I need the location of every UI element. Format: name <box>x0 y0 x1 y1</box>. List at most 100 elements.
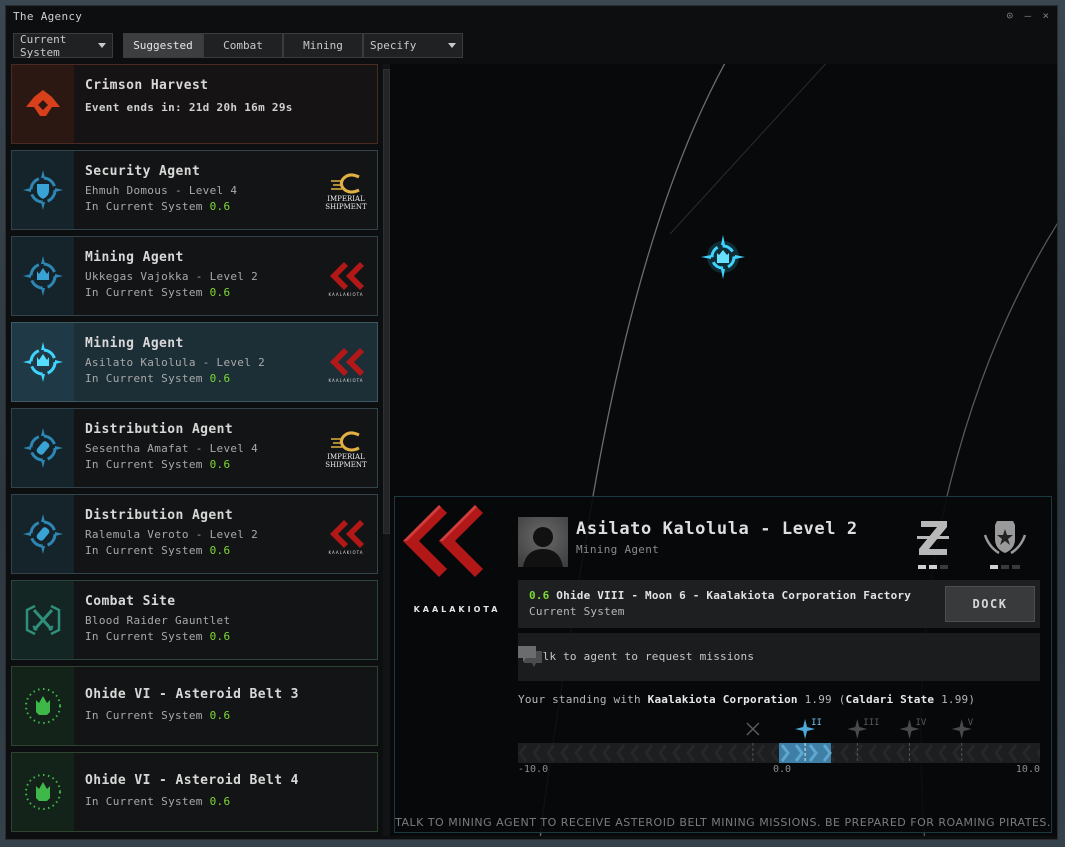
list-item-agent[interactable]: Mining Agent Ukkegas Vajokka - Level 2 I… <box>11 236 378 316</box>
location-text: In Current System <box>85 200 203 213</box>
agent-name-level: Sesentha Amafat - Level 4 <box>85 442 259 455</box>
site-name: Blood Raider Gauntlet <box>85 614 231 627</box>
location-text: In Current System <box>85 630 203 643</box>
standing-bar: II III IV V -10.0 0.0 10.0 <box>518 717 1040 777</box>
distribution-agent-icon <box>23 428 63 468</box>
selected-agent-map-marker[interactable] <box>701 235 745 279</box>
kaalakiota-logo: KAALAKIOTA <box>323 255 369 301</box>
mining-agent-icon <box>23 342 63 382</box>
settings-icon[interactable]: ⊙ <box>1005 9 1015 22</box>
combat-site-icon <box>25 604 61 636</box>
tab-mining-label: Mining <box>303 39 343 52</box>
agent-type: Mining Agent <box>576 543 660 556</box>
close-icon[interactable]: × <box>1041 9 1051 22</box>
location-text: In Current System <box>85 458 203 471</box>
card-title: Crimson Harvest <box>85 78 209 93</box>
security-status: 0.6 <box>209 795 231 808</box>
standing-corp[interactable]: Kaalakiota Corporation <box>648 693 798 706</box>
talk-label: Talk to agent to request missions <box>529 650 755 663</box>
list-item-asteroid-belt[interactable]: Ohide VI - Asteroid Belt 4 In Current Sy… <box>11 752 378 832</box>
agent-name-level: Ukkegas Vajokka - Level 2 <box>85 270 259 283</box>
standing-faction-value: 1.99 <box>941 693 969 706</box>
window-title: The Agency <box>13 10 83 23</box>
suggestion-list: Crimson Harvest Event ends in: 21d 20h 1… <box>11 64 378 836</box>
location-text: In Current System <box>85 286 203 299</box>
security-status: 0.6 <box>209 544 231 557</box>
location-text: In Current System <box>85 544 203 557</box>
faction-shield-pips <box>990 565 1020 569</box>
card-title: Combat Site <box>85 594 176 609</box>
list-item-event[interactable]: Crimson Harvest Event ends in: 21d 20h 1… <box>11 64 378 144</box>
agent-portrait[interactable] <box>518 517 568 567</box>
scale-min-label: -10.0 <box>518 764 549 775</box>
corp-name: KAALAKIOTA <box>413 605 501 614</box>
security-status: 0.6 <box>529 589 550 602</box>
scale-mid-label: 0.0 <box>773 764 792 775</box>
orbit-line <box>669 64 827 235</box>
security-status: 0.6 <box>209 458 231 471</box>
location-text: In Current System <box>85 372 203 385</box>
card-title: Mining Agent <box>85 336 184 351</box>
list-item-agent[interactable]: Distribution Agent Ralemula Veroto - Lev… <box>11 494 378 574</box>
security-status: 0.6 <box>209 286 231 299</box>
kaalakiota-logo: KAALAKIOTA <box>323 341 369 387</box>
list-item-agent[interactable]: Security Agent Ehmuh Domous - Level 4 In… <box>11 150 378 230</box>
list-item-agent[interactable]: Distribution Agent Sesentha Amafat - Lev… <box>11 408 378 488</box>
list-item-combat-site[interactable]: Combat Site Blood Raider Gauntlet In Cur… <box>11 580 378 660</box>
chevron-down-icon <box>448 43 456 48</box>
list-item-agent-selected[interactable]: Mining Agent Asilato Kalolula - Level 2 … <box>11 322 378 402</box>
scale-max-label: 10.0 <box>1015 764 1040 775</box>
standing-corp-value: 1.99 <box>804 693 832 706</box>
standing-prefix: Your standing with <box>518 693 641 706</box>
distribution-agent-icon <box>23 514 63 554</box>
level-marker-label: V <box>968 718 974 728</box>
level-marker-label: III <box>863 718 879 728</box>
asteroid-belt-icon <box>25 774 61 810</box>
tab-suggested[interactable]: Suggested <box>123 33 203 58</box>
location-filter-dropdown[interactable]: Current System <box>13 32 113 59</box>
agent-name-level: Ehmuh Domous - Level 4 <box>85 184 238 197</box>
tab-suggested-label: Suggested <box>133 39 193 52</box>
security-status: 0.6 <box>209 200 231 213</box>
faction-z-pips <box>918 565 948 569</box>
tab-mining[interactable]: Mining <box>283 33 363 58</box>
specify-dropdown[interactable]: Specify <box>363 33 463 58</box>
level-one-marker <box>746 722 760 736</box>
agent-location-box[interactable]: 0.6 Ohide VIII - Moon 6 - Kaalakiota Cor… <box>518 580 1040 628</box>
card-title: Security Agent <box>85 164 201 179</box>
chat-bubble-icon <box>518 646 542 667</box>
agent-hint-text: TALK TO MINING AGENT TO RECEIVE ASTEROID… <box>395 816 1051 829</box>
location-text: In Current System <box>85 709 203 722</box>
agent-detail-panel: KAALAKIOTA Asilato Kalolula - Level 2 Mi… <box>394 496 1052 833</box>
agency-window: The Agency ⊙ – × Current System Suggeste… <box>5 5 1058 840</box>
list-scrollbar[interactable] <box>383 64 390 836</box>
standing-bar-graphic: II III IV V <box>518 718 1040 763</box>
dock-button[interactable]: DOCK <box>945 586 1035 622</box>
card-title: Ohide VI - Asteroid Belt 3 <box>85 687 299 702</box>
imperial-shipment-logo: IMPERIAL SHIPMENT <box>323 169 369 215</box>
chevron-down-icon <box>98 43 106 48</box>
system-map[interactable]: KAALAKIOTA Asilato Kalolula - Level 2 Mi… <box>390 64 1057 836</box>
tab-combat-label: Combat <box>223 39 263 52</box>
agent-name-level: Ralemula Veroto - Level 2 <box>85 528 259 541</box>
tab-combat[interactable]: Combat <box>203 33 283 58</box>
level-marker-label: IV <box>916 718 927 728</box>
location-text: In Current System <box>85 795 203 808</box>
list-item-asteroid-belt[interactable]: Ohide VI - Asteroid Belt 3 In Current Sy… <box>11 666 378 746</box>
title-bar[interactable]: The Agency ⊙ – × <box>6 6 1057 28</box>
mining-agent-icon <box>23 256 63 296</box>
agent-name-level: Asilato Kalolula - Level 2 <box>85 356 265 369</box>
level-marker-label: II <box>811 718 822 728</box>
specify-label: Specify <box>370 39 417 52</box>
talk-to-agent-button[interactable]: Talk to agent to request missions <box>518 633 1040 681</box>
location-filter-label: Current System <box>20 32 67 59</box>
scrollbar-thumb[interactable] <box>383 69 390 534</box>
security-status: 0.6 <box>209 709 231 722</box>
faction-z-icon[interactable] <box>907 517 959 569</box>
filter-toolbar: Current System Suggested Combat Mining S… <box>13 32 463 59</box>
minimize-icon[interactable]: – <box>1023 9 1033 22</box>
standing-faction[interactable]: Caldari State <box>846 693 935 706</box>
station-name[interactable]: Ohide VIII - Moon 6 - Kaalakiota Corpora… <box>556 589 911 602</box>
standing-text: Your standing with Kaalakiota Corporatio… <box>518 693 976 706</box>
faction-shield-icon[interactable] <box>979 517 1031 569</box>
